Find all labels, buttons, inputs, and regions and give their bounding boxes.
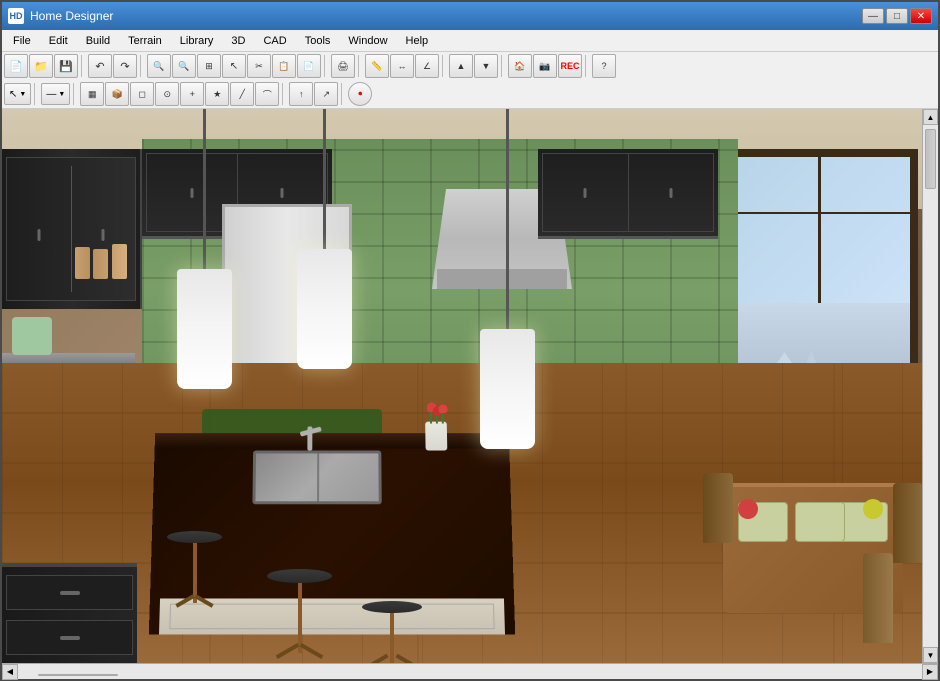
tb-sep-6 [501,55,505,77]
tb-open[interactable]: 📁 [29,54,53,78]
menu-edit[interactable]: Edit [40,32,77,50]
titlebar-left: HD Home Designer [8,8,113,24]
tb-help[interactable]: ? [592,54,616,78]
tb-sep-5 [442,55,446,77]
barstool-3 [362,601,422,613]
horizontal-scrollbar[interactable]: ◀ ▶ [2,663,938,679]
scroll-up-button[interactable]: ▲ [923,109,938,125]
close-button[interactable]: ✕ [910,8,932,24]
tb-shape1[interactable]: ◻ [130,82,154,106]
tb-angle[interactable]: ∠ [415,54,439,78]
vertical-scrollbar[interactable]: ▲ ▼ [922,109,938,663]
tb-shape3[interactable]: + [180,82,204,106]
pendant-light-1 [177,109,232,389]
lower-left-corner-cabinet [2,563,137,663]
tb-select[interactable]: ↖ [222,54,246,78]
tb-camera[interactable]: 📷 [533,54,557,78]
tb-mode-select[interactable]: —▼ [41,83,70,105]
maximize-button[interactable]: □ [886,8,908,24]
titlebar: HD Home Designer — □ ✕ [2,2,938,30]
menu-help[interactable]: Help [397,32,438,50]
tb-select-tool[interactable]: ↖▼ [4,83,31,105]
menu-window[interactable]: Window [339,32,396,50]
menu-library[interactable]: Library [171,32,223,50]
tb-line[interactable]: ╱ [230,82,254,106]
tb-undo[interactable]: ↶ [88,54,112,78]
main-area: ▲ ▼ [2,109,938,663]
tb-sep-4 [358,55,362,77]
tb-paint[interactable]: ★ [205,82,229,106]
tb-arrow-up[interactable]: ↑ [289,82,313,106]
tb-library2[interactable]: 📦 [105,82,129,106]
pendant-light-3 [477,109,537,449]
menu-tools[interactable]: Tools [296,32,340,50]
tb-floor-down[interactable]: ▼ [474,54,498,78]
tb-sep-r2-4 [341,83,345,105]
scroll-thumb-h[interactable] [38,674,118,676]
upper-cabinet-left [2,149,142,309]
tb-fit[interactable]: ⊞ [197,54,221,78]
tb-sep-7 [585,55,589,77]
tb-zoom-out[interactable]: 🔍 [172,54,196,78]
tb-sep-r2-2 [73,83,77,105]
tb-render[interactable]: REC [558,54,582,78]
minimize-button[interactable]: — [862,8,884,24]
menubar: File Edit Build Terrain Library 3D CAD T… [2,30,938,52]
menu-3d[interactable]: 3D [222,32,254,50]
toolbar-row-2: ↖▼ —▼ ▦ 📦 ◻ ⊙ + ★ ╱ ⌒ ↑ ↗ ⏺ [2,80,938,108]
menu-file[interactable]: File [4,32,40,50]
tb-save[interactable]: 💾 [54,54,78,78]
tb-sep-3 [324,55,328,77]
tb-arrow-diag[interactable]: ↗ [314,82,338,106]
scroll-thumb-v[interactable] [925,129,936,189]
scroll-right-button[interactable]: ▶ [922,664,938,680]
tb-cut[interactable]: ✂ [247,54,271,78]
app-icon: HD [8,8,24,24]
menu-build[interactable]: Build [77,32,119,50]
tb-sep-r2-3 [282,83,286,105]
menu-cad[interactable]: CAD [254,32,295,50]
shelf-items [12,239,132,299]
upper-cabinet-center-right [538,149,718,239]
tb-floor-up[interactable]: ▲ [449,54,473,78]
tb-arc[interactable]: ⌒ [255,82,279,106]
tb-redo[interactable]: ↷ [113,54,137,78]
window-controls: — □ ✕ [862,8,932,24]
tb-sep-r2-1 [34,83,38,105]
tb-shape2[interactable]: ⊙ [155,82,179,106]
tb-sep-1 [81,55,85,77]
window-title: Home Designer [30,9,113,23]
tb-paste[interactable]: 📄 [297,54,321,78]
tb-sep-2 [140,55,144,77]
viewport[interactable]: ▲ ▼ [2,109,938,663]
tb-dimension[interactable]: ↔ [390,54,414,78]
barstool-1 [167,531,222,543]
tb-copy[interactable]: 📋 [272,54,296,78]
tb-new[interactable]: 📄 [4,54,28,78]
menu-terrain[interactable]: Terrain [119,32,171,50]
scroll-down-button[interactable]: ▼ [923,647,938,663]
main-window: HD Home Designer — □ ✕ File Edit Build T… [0,0,940,681]
barstool-2 [267,569,332,583]
tb-rec2[interactable]: ⏺ [348,82,372,106]
tb-print[interactable]: 🖨 [331,54,355,78]
pendant-light-2 [297,109,352,369]
toolbars: 📄 📁 💾 ↶ ↷ 🔍 🔍 ⊞ ↖ ✂ 📋 📄 🖨 📏 ↔ ∠ ▲ ▼ 🏠 [2,52,938,109]
tb-measure[interactable]: 📏 [365,54,389,78]
tb-zoom-in[interactable]: 🔍 [147,54,171,78]
scroll-left-button[interactable]: ◀ [2,664,18,680]
toolbar-row-1: 📄 📁 💾 ↶ ↷ 🔍 🔍 ⊞ ↖ ✂ 📋 📄 🖨 📏 ↔ ∠ ▲ ▼ 🏠 [2,52,938,80]
kitchen-scene [2,109,938,663]
dining-area [703,443,923,643]
tb-3d-view[interactable]: 🏠 [508,54,532,78]
tb-wall-type[interactable]: ▦ [80,82,104,106]
